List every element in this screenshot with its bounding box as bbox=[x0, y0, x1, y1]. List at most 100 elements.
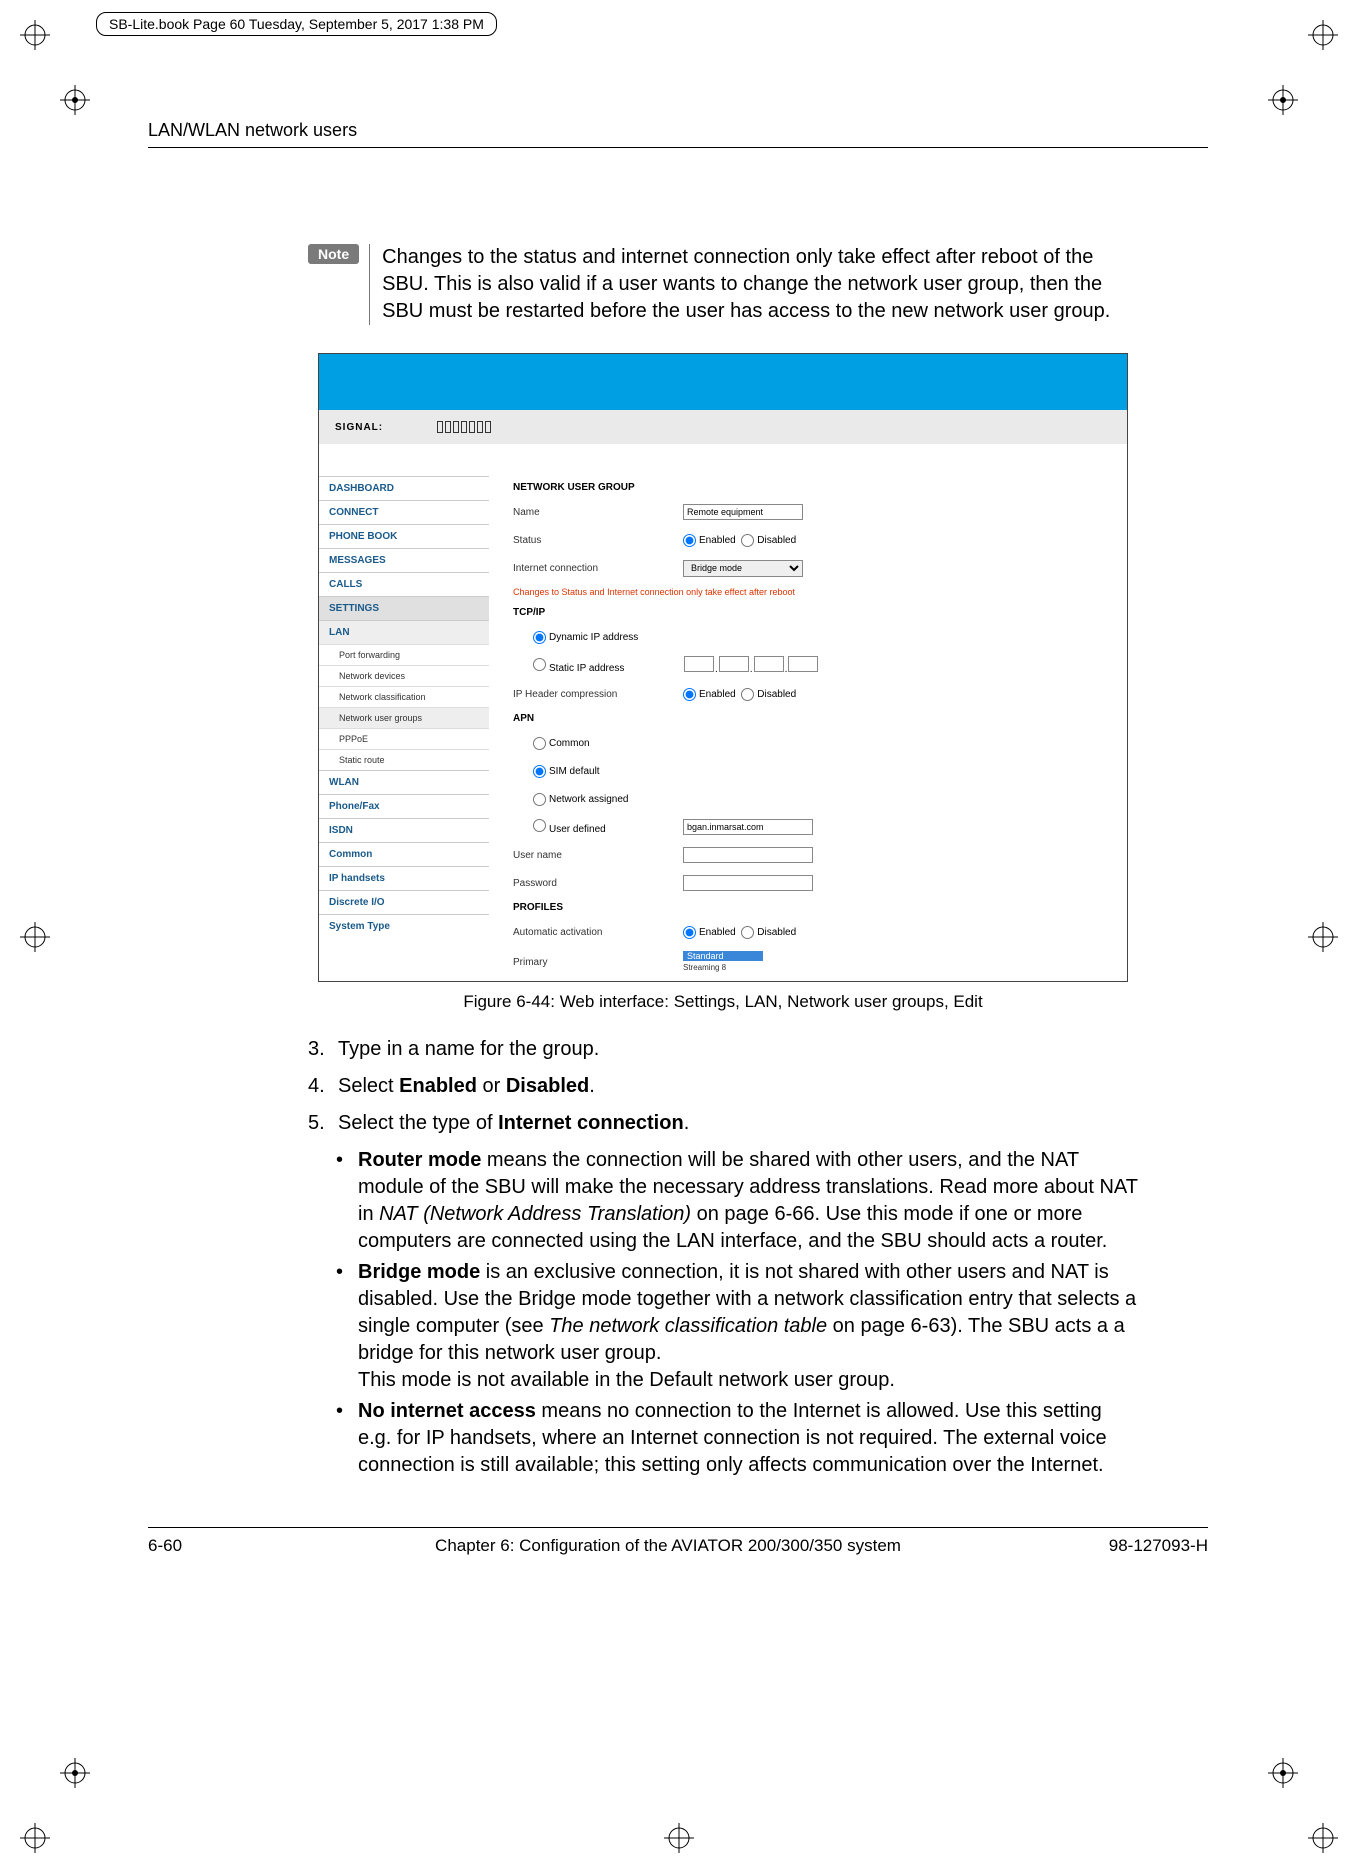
primary-next: Streaming 8 bbox=[683, 963, 726, 972]
bullet-router: Router mode means the connection will be… bbox=[358, 1147, 1138, 1255]
iphdr-disabled-radio[interactable] bbox=[741, 688, 754, 701]
apn-common-label: Common bbox=[549, 738, 590, 749]
h-tcpip: TCP/IP bbox=[513, 607, 1107, 618]
autoact-enabled-radio[interactable] bbox=[683, 926, 696, 939]
nav-common[interactable]: Common bbox=[319, 842, 489, 866]
bullet-icon: • bbox=[336, 1259, 358, 1394]
steps: 3. Type in a name for the group. 4. Sele… bbox=[308, 1036, 1138, 1479]
dynip-label: Dynamic IP address bbox=[549, 632, 638, 643]
crop-mark bbox=[1308, 922, 1338, 952]
ss-signal-bar-row: SIGNAL: bbox=[319, 410, 1127, 444]
nav-calls[interactable]: CALLS bbox=[319, 572, 489, 596]
nav-settings[interactable]: SETTINGS bbox=[319, 596, 489, 620]
bullet-icon: • bbox=[336, 1398, 358, 1479]
nav-phonebook[interactable]: PHONE BOOK bbox=[319, 524, 489, 548]
nav-messages[interactable]: MESSAGES bbox=[319, 548, 489, 572]
footer-chapter: Chapter 6: Configuration of the AVIATOR … bbox=[308, 1536, 1028, 1556]
crop-mark bbox=[664, 1823, 694, 1853]
username-label: User name bbox=[513, 850, 683, 861]
bullet-bridge: Bridge mode is an exclusive connection, … bbox=[358, 1259, 1138, 1394]
nav-dashboard[interactable]: DASHBOARD bbox=[319, 476, 489, 500]
crop-target bbox=[1268, 85, 1298, 115]
body-column: Note Changes to the status and internet … bbox=[308, 244, 1138, 1479]
iphdr-disabled-label: Disabled bbox=[757, 689, 796, 700]
iphdr-label: IP Header compression bbox=[513, 689, 683, 700]
signal-label: SIGNAL: bbox=[335, 422, 383, 433]
crop-mark bbox=[20, 922, 50, 952]
book-meta-tag: SB-Lite.book Page 60 Tuesday, September … bbox=[96, 12, 497, 36]
h-apn: APN bbox=[513, 713, 1107, 724]
crop-mark bbox=[1308, 1823, 1338, 1853]
name-label: Name bbox=[513, 507, 683, 518]
ip-octets[interactable]: ... bbox=[683, 656, 819, 675]
nav-discrete[interactable]: Discrete I/O bbox=[319, 890, 489, 914]
apn-user-radio[interactable] bbox=[533, 819, 546, 832]
ss-nav: DASHBOARD CONNECT PHONE BOOK MESSAGES CA… bbox=[319, 444, 489, 981]
bullet-icon: • bbox=[336, 1147, 358, 1255]
apn-sim-label: SIM default bbox=[549, 766, 600, 777]
autoact-disabled-label: Disabled bbox=[757, 927, 796, 938]
password-input[interactable] bbox=[683, 875, 813, 891]
staticip-radio[interactable] bbox=[533, 658, 546, 671]
primary-label: Primary bbox=[513, 957, 683, 968]
apn-sim-radio[interactable] bbox=[533, 765, 546, 778]
footer-docnum: 98-127093-H bbox=[1028, 1536, 1208, 1556]
disabled-label: Disabled bbox=[757, 535, 796, 546]
nav-netdev[interactable]: Network devices bbox=[319, 665, 489, 686]
apn-user-input[interactable] bbox=[683, 819, 813, 835]
step-4-text: Select Enabled or Disabled. bbox=[338, 1073, 1138, 1100]
ss-topbar bbox=[319, 354, 1127, 410]
nav-pppoe[interactable]: PPPoE bbox=[319, 728, 489, 749]
dynip-radio[interactable] bbox=[533, 631, 546, 644]
warning-text: Changes to Status and Internet connectio… bbox=[513, 587, 1107, 597]
apn-net-radio[interactable] bbox=[533, 793, 546, 806]
primary-selected[interactable]: Standard bbox=[683, 951, 763, 961]
inet-select[interactable]: Bridge mode bbox=[683, 560, 803, 577]
step-num-4: 4. bbox=[308, 1073, 338, 1100]
figure-caption: Figure 6-44: Web interface: Settings, LA… bbox=[308, 992, 1138, 1012]
status-disabled-radio[interactable] bbox=[741, 534, 754, 547]
h-profiles: PROFILES bbox=[513, 902, 1107, 913]
nav-lan[interactable]: LAN bbox=[319, 620, 489, 644]
step-num-5: 5. bbox=[308, 1110, 338, 1137]
embedded-screenshot: SIGNAL: DASHBOARD CONNECT PHONE BOOK MES… bbox=[318, 353, 1128, 982]
autoact-enabled-label: Enabled bbox=[699, 927, 736, 938]
inet-label: Internet connection bbox=[513, 563, 683, 574]
nav-systype[interactable]: System Type bbox=[319, 914, 489, 938]
apn-net-label: Network assigned bbox=[549, 794, 628, 805]
nav-portfwd[interactable]: Port forwarding bbox=[319, 644, 489, 665]
crop-mark bbox=[20, 1823, 50, 1853]
nav-phonefax[interactable]: Phone/Fax bbox=[319, 794, 489, 818]
h-nug: NETWORK USER GROUP bbox=[513, 482, 1107, 493]
ss-content: NETWORK USER GROUP Name Status Enabled D… bbox=[489, 444, 1127, 981]
nav-static[interactable]: Static route bbox=[319, 749, 489, 770]
iphdr-enabled-radio[interactable] bbox=[683, 688, 696, 701]
enabled-label: Enabled bbox=[699, 535, 736, 546]
name-input[interactable] bbox=[683, 504, 803, 520]
crop-target bbox=[60, 1758, 90, 1788]
autoact-disabled-radio[interactable] bbox=[741, 926, 754, 939]
staticip-label: Static IP address bbox=[549, 663, 624, 674]
footer-page: 6-60 bbox=[148, 1536, 308, 1556]
nav-iphand[interactable]: IP handsets bbox=[319, 866, 489, 890]
status-enabled-radio[interactable] bbox=[683, 534, 696, 547]
apn-user-label: User defined bbox=[549, 824, 606, 835]
crop-target bbox=[60, 85, 90, 115]
nav-netclass[interactable]: Network classification bbox=[319, 686, 489, 707]
note-badge: Note bbox=[308, 244, 359, 264]
apn-common-radio[interactable] bbox=[533, 737, 546, 750]
username-input[interactable] bbox=[683, 847, 813, 863]
page-footer: 6-60 Chapter 6: Configuration of the AVI… bbox=[148, 1527, 1208, 1556]
page-frame: LAN/WLAN network users Note Changes to t… bbox=[148, 120, 1208, 1556]
note-text: Changes to the status and internet conne… bbox=[369, 244, 1138, 325]
crop-mark bbox=[20, 20, 50, 50]
nav-netuser[interactable]: Network user groups bbox=[319, 707, 489, 728]
nav-connect[interactable]: CONNECT bbox=[319, 500, 489, 524]
autoact-label: Automatic activation bbox=[513, 927, 683, 938]
crop-target bbox=[1268, 1758, 1298, 1788]
status-label: Status bbox=[513, 535, 683, 546]
nav-isdn[interactable]: ISDN bbox=[319, 818, 489, 842]
password-label: Password bbox=[513, 878, 683, 889]
nav-wlan[interactable]: WLAN bbox=[319, 770, 489, 794]
running-head: LAN/WLAN network users bbox=[148, 120, 1208, 148]
